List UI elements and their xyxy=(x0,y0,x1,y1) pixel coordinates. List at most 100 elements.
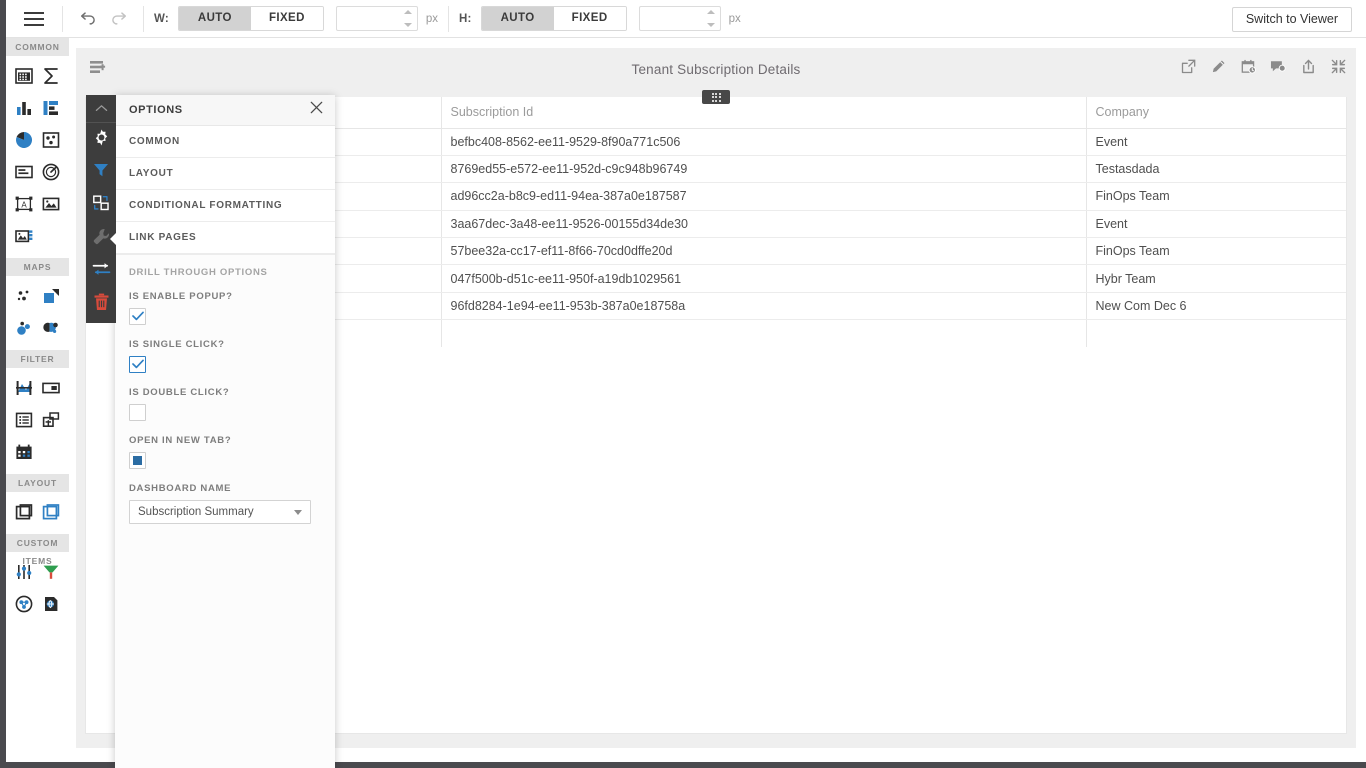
accordion-common[interactable]: COMMON xyxy=(115,126,335,158)
open-external-icon xyxy=(1181,59,1196,79)
options-panel-header: OPTIONS xyxy=(115,95,335,126)
width-input[interactable] xyxy=(336,7,395,30)
sigma-icon xyxy=(41,66,61,86)
switch-to-viewer-button[interactable]: Switch to Viewer xyxy=(1231,7,1352,32)
close-options-button[interactable] xyxy=(307,101,325,119)
palette-item-layered-map[interactable] xyxy=(38,283,64,309)
palette-item-card[interactable] xyxy=(11,159,37,185)
palette-item-cluster-map[interactable] xyxy=(38,315,64,341)
redo-button[interactable] xyxy=(103,4,133,34)
height-unit-label: px xyxy=(728,12,741,25)
palette-item-date-filter[interactable] xyxy=(11,439,37,465)
palette-item-pie-chart[interactable] xyxy=(11,127,37,153)
rail-swap-button[interactable] xyxy=(86,255,116,288)
cell-subscription-id[interactable]: 96fd8284-1e94-ee11-953b-387a0e18758a xyxy=(441,292,1087,321)
palette-item-bar-chart[interactable] xyxy=(11,95,37,121)
palette-item-tree-filter[interactable] xyxy=(38,407,64,433)
undo-button[interactable] xyxy=(73,4,103,34)
cell-company[interactable]: Testasdada xyxy=(1086,155,1346,184)
rail-filter-button[interactable] xyxy=(86,156,116,189)
rail-duplicate-button[interactable] xyxy=(86,189,116,222)
palette-item-globe-doc[interactable] xyxy=(38,591,64,617)
palette-item-bubble-map[interactable] xyxy=(11,315,37,341)
globe-doc-icon xyxy=(41,594,61,614)
width-stepper-arrows[interactable] xyxy=(403,10,412,27)
open-external-button[interactable] xyxy=(1178,59,1198,79)
accordion-link-pages[interactable]: LINK PAGES xyxy=(115,222,335,254)
cell-company[interactable]: FinOps Team xyxy=(1086,237,1346,266)
cell-company[interactable]: FinOps Team xyxy=(1086,182,1346,211)
height-stepper-arrows[interactable] xyxy=(706,10,715,27)
share-button[interactable] xyxy=(1298,59,1318,79)
pie-chart-icon xyxy=(14,130,34,150)
edit-button[interactable] xyxy=(1208,59,1228,79)
width-fixed-button[interactable]: FIXED xyxy=(250,7,323,30)
checkbox-is-enable-popup[interactable] xyxy=(129,308,146,325)
main-menu-button[interactable] xyxy=(6,0,62,38)
column-header-subscription-id[interactable]: Subscription Id xyxy=(441,97,1087,129)
palette-item-stacked-chart[interactable] xyxy=(38,95,64,121)
palette-item-funnel[interactable] xyxy=(38,559,64,585)
comment-button[interactable] xyxy=(1268,59,1288,79)
swap-arrows-icon xyxy=(92,261,111,282)
rail-delete-button[interactable] xyxy=(86,288,116,321)
palette-item-gauge[interactable] xyxy=(38,159,64,185)
checkbox-is-single-click[interactable] xyxy=(129,356,146,373)
schedule-button[interactable] xyxy=(1238,59,1258,79)
rail-settings-button[interactable] xyxy=(86,123,116,156)
accordion-conditional-formatting[interactable]: CONDITIONAL FORMATTING xyxy=(115,190,335,222)
height-input[interactable] xyxy=(639,7,698,30)
palette-item-text-box[interactable]: A xyxy=(11,191,37,217)
palette-empty-area xyxy=(6,626,69,762)
palette-item-dot-map[interactable] xyxy=(11,283,37,309)
cell-company[interactable]: Hybr Team xyxy=(1086,264,1346,293)
height-auto-button[interactable]: AUTO xyxy=(481,7,554,30)
cell-company[interactable]: Event xyxy=(1086,128,1346,156)
height-stepper[interactable] xyxy=(638,6,721,31)
widget-drag-handle[interactable] xyxy=(702,90,730,104)
height-label: H: xyxy=(459,12,472,25)
tab-panel-icon xyxy=(41,502,61,522)
checkbox-is-double-click[interactable] xyxy=(129,404,146,421)
palette-item-sliders[interactable] xyxy=(11,559,37,585)
palette-item-dropdown-filter[interactable] xyxy=(38,375,64,401)
palette-group-title: COMMON xyxy=(6,38,69,56)
cell-company[interactable]: New Com Dec 6 xyxy=(1086,292,1346,321)
cell-subscription-id[interactable]: 047f500b-d51c-ee11-950f-a19db1029561 xyxy=(441,264,1087,293)
checkbox-open-in-new-tab[interactable] xyxy=(129,452,146,469)
cell-subscription-id[interactable]: 3aa67dec-3a48-ee11-9526-00155d34de30 xyxy=(441,210,1087,239)
cell-subscription-id[interactable]: 8769ed55-e572-ee11-952d-c9c948b96749 xyxy=(441,155,1087,184)
dashboard-name-select[interactable]: Subscription Summary xyxy=(129,500,311,524)
palette-item-image-list[interactable] xyxy=(11,223,37,249)
palette-group-filter xyxy=(6,368,69,474)
width-stepper[interactable] xyxy=(335,6,418,31)
palette-item-range-slider[interactable] xyxy=(11,375,37,401)
chevron-up-icon xyxy=(95,100,108,118)
palette-item-list-filter[interactable] xyxy=(11,407,37,433)
cell-company[interactable]: Event xyxy=(1086,210,1346,239)
rail-collapse-button[interactable] xyxy=(86,95,116,123)
accordion-layout[interactable]: LAYOUT xyxy=(115,158,335,190)
cell-subscription-id[interactable]: 57bee32a-cc17-ef11-8f66-70cd0dffe20d xyxy=(441,237,1087,266)
label-dashboard-name: DASHBOARD NAME xyxy=(129,483,232,494)
widget-action-rail xyxy=(86,95,116,323)
palette-item-tab-panel[interactable] xyxy=(38,499,64,525)
rail-options-button[interactable] xyxy=(86,222,116,255)
filter-icon xyxy=(92,161,110,184)
palette-item-network[interactable] xyxy=(11,591,37,617)
page-title: Tenant Subscription Details xyxy=(631,61,801,77)
column-header-company[interactable]: Company xyxy=(1086,97,1346,129)
cell-subscription-id[interactable]: ad96cc2a-b8c9-ed11-94ea-387a0e187587 xyxy=(441,182,1087,211)
palette-item-image[interactable] xyxy=(38,191,64,217)
palette-item-scatter-plot[interactable] xyxy=(38,127,64,153)
palette-item-table[interactable] xyxy=(11,63,37,89)
panel-icon xyxy=(14,502,34,522)
comment-icon xyxy=(1270,59,1286,79)
height-fixed-button[interactable]: FIXED xyxy=(553,7,626,30)
palette-item-panel[interactable] xyxy=(11,499,37,525)
collapse-button[interactable] xyxy=(1328,59,1348,79)
check-icon xyxy=(131,308,144,326)
cell-subscription-id[interactable]: befbc408-8562-ee11-9529-8f90a771c506 xyxy=(441,128,1087,156)
palette-item-summary[interactable] xyxy=(38,63,64,89)
width-auto-button[interactable]: AUTO xyxy=(178,7,251,30)
